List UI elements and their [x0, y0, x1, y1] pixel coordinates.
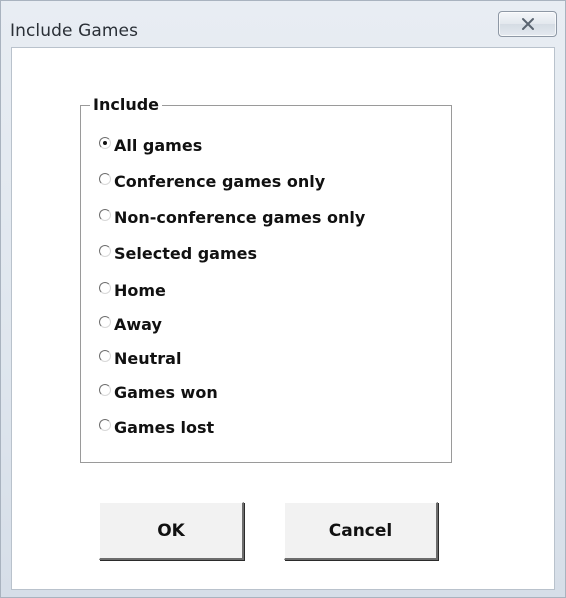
title-bar[interactable]: Include Games — [1, 1, 565, 47]
radio-label: Non-conference games only — [114, 207, 366, 227]
radio-non-conference-games-only[interactable]: Non-conference games only — [99, 205, 365, 229]
radio-button-icon[interactable] — [99, 384, 111, 396]
radio-button-icon[interactable] — [99, 137, 111, 149]
radio-games-lost[interactable]: Games lost — [99, 415, 214, 439]
ok-button[interactable]: OK — [99, 502, 244, 560]
radio-home[interactable]: Home — [99, 278, 166, 302]
radio-button-icon[interactable] — [99, 350, 111, 362]
radio-conference-games-only[interactable]: Conference games only — [99, 169, 325, 193]
radio-button-icon[interactable] — [99, 173, 111, 185]
radio-button-icon[interactable] — [99, 282, 111, 294]
radio-label: All games — [114, 135, 203, 155]
radio-label: Games lost — [114, 417, 215, 437]
radio-label: Away — [114, 314, 162, 334]
dialog-body: Include All games Conference games only … — [11, 47, 555, 590]
close-icon — [522, 18, 534, 30]
radio-button-icon[interactable] — [99, 209, 111, 221]
include-groupbox: Include All games Conference games only … — [80, 95, 452, 463]
radio-button-icon[interactable] — [99, 316, 111, 328]
radio-label: Selected games — [114, 243, 258, 263]
radio-all-games[interactable]: All games — [99, 133, 202, 157]
radio-label: Home — [114, 280, 166, 300]
radio-label: Neutral — [114, 348, 182, 368]
window-title: Include Games — [10, 21, 139, 41]
cancel-button[interactable]: Cancel — [284, 502, 438, 560]
radio-selected-games[interactable]: Selected games — [99, 241, 257, 265]
radio-label: Conference games only — [114, 171, 326, 191]
groupbox-label: Include — [90, 95, 163, 115]
radio-neutral[interactable]: Neutral — [99, 346, 181, 370]
radio-away[interactable]: Away — [99, 312, 162, 336]
radio-label: Games won — [114, 382, 218, 402]
radio-games-won[interactable]: Games won — [99, 380, 218, 404]
close-button[interactable] — [498, 11, 557, 37]
radio-button-icon[interactable] — [99, 245, 111, 257]
dialog-window: Include Games Include All games Conferen… — [0, 0, 566, 598]
radio-button-icon[interactable] — [99, 419, 111, 431]
